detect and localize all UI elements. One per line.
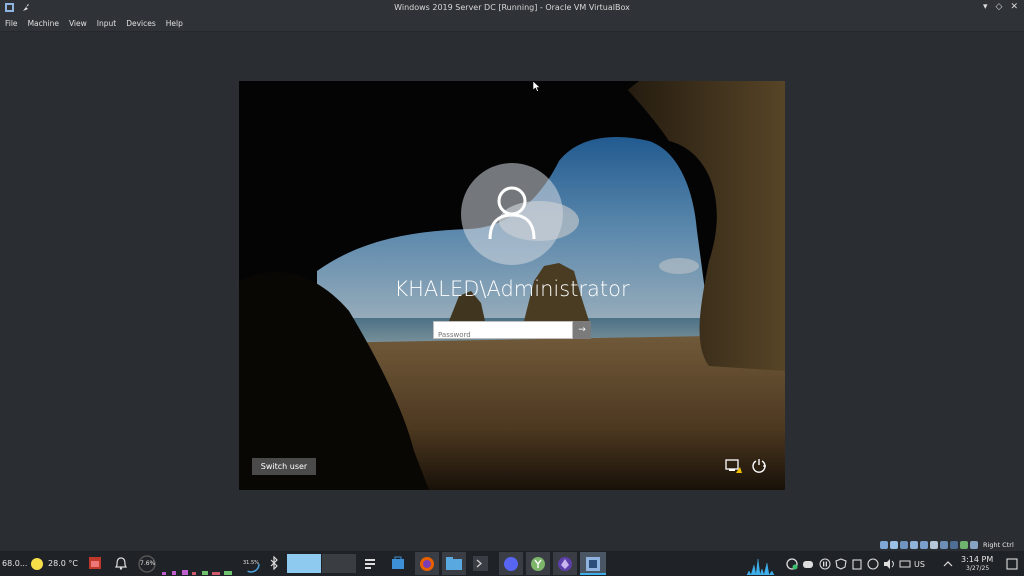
clock-date[interactable]: 3/27/25: [966, 565, 989, 572]
virtualbox-taskbar-icon: [586, 557, 600, 571]
vpn-icon[interactable]: [835, 558, 847, 570]
menu-input[interactable]: Input: [92, 19, 121, 28]
network-status-icon[interactable]: [910, 541, 918, 549]
wifi-icon[interactable]: [899, 558, 911, 570]
network-icon[interactable]: [725, 458, 743, 474]
menu-machine[interactable]: Machine: [23, 19, 64, 28]
virtual-desktop-2[interactable]: [322, 554, 356, 573]
usb-status-icon[interactable]: [920, 541, 928, 549]
shared-folder-icon[interactable]: [930, 541, 938, 549]
password-input[interactable]: [434, 328, 578, 342]
cpu-status-icon[interactable]: [960, 541, 968, 549]
discord-tray-icon[interactable]: [802, 558, 814, 570]
menu-bar: File Machine View Input Devices Help: [0, 16, 1024, 32]
cpu-load: 7.6%: [140, 560, 156, 567]
y-app-icon: [531, 557, 545, 571]
virtual-desktop-1[interactable]: [287, 554, 321, 573]
recording-icon[interactable]: [950, 541, 958, 549]
weather-temp: 28.0 °C: [48, 559, 78, 568]
terminal-icon[interactable]: [473, 556, 488, 571]
media-pause-icon[interactable]: [819, 558, 831, 570]
tray-expand-icon[interactable]: [943, 559, 953, 569]
arrow-right-icon: →: [578, 325, 586, 335]
bluetooth-icon[interactable]: [268, 556, 280, 570]
switch-user-button[interactable]: Switch user: [252, 458, 316, 475]
clipboard-icon[interactable]: [851, 558, 863, 570]
clock-time[interactable]: 3:14 PM: [961, 555, 993, 564]
network-graph-icon: [746, 558, 775, 575]
bell-icon[interactable]: [115, 557, 127, 570]
user-avatar: [461, 163, 563, 265]
login-username: KHALED\Administrator: [394, 277, 630, 301]
sun-icon: [31, 558, 43, 570]
mouse-pointer-icon: [533, 81, 541, 92]
folder-icon: [446, 557, 462, 570]
battery-icon[interactable]: [867, 558, 879, 570]
vm-display[interactable]: KHALED\Administrator → Switch user: [239, 81, 785, 490]
memory-load: 31.5%: [243, 560, 259, 566]
power-icon[interactable]: [750, 458, 768, 474]
hdd-status-icon[interactable]: [880, 541, 888, 549]
cpu-graph-icon: [162, 570, 232, 575]
close-button[interactable]: ✕: [1010, 2, 1018, 12]
keyboard-layout[interactable]: US: [914, 560, 925, 569]
menu-help[interactable]: Help: [161, 19, 188, 28]
maximize-button[interactable]: ◇: [996, 2, 1003, 12]
cpu-temp-label: 68.0...: [2, 559, 28, 568]
password-submit-button[interactable]: →: [573, 321, 591, 339]
vm-status-tray: Right Ctrl: [880, 541, 1014, 549]
display-status-icon[interactable]: [940, 541, 948, 549]
minimize-button[interactable]: ▾: [983, 2, 988, 12]
host-taskbar: 68.0... 28.0 °C 7.6% 31.5% US 3:14 PM 3/…: [0, 551, 1024, 576]
update-icon[interactable]: [786, 558, 798, 570]
firefox-icon: [420, 557, 434, 571]
settings-app-icon[interactable]: [363, 556, 377, 570]
window-titlebar: Windows 2019 Server DC [Running] - Oracl…: [0, 0, 1024, 16]
host-key-label: Right Ctrl: [983, 541, 1014, 549]
calendar-app-icon[interactable]: [88, 556, 102, 570]
menu-view[interactable]: View: [64, 19, 92, 28]
user-icon: [488, 186, 536, 240]
audio-status-icon[interactable]: [900, 541, 908, 549]
optical-status-icon[interactable]: [890, 541, 898, 549]
mouse-integration-icon[interactable]: [970, 541, 978, 549]
window-title: Windows 2019 Server DC [Running] - Oracl…: [394, 3, 630, 12]
menu-file[interactable]: File: [0, 19, 23, 28]
store-app-icon[interactable]: [391, 556, 405, 570]
discord-icon: [504, 557, 518, 571]
obsidian-icon: [558, 557, 572, 571]
show-desktop-icon[interactable]: [1006, 558, 1018, 570]
menu-devices[interactable]: Devices: [121, 19, 161, 28]
password-box[interactable]: [433, 321, 578, 342]
volume-icon[interactable]: [883, 558, 895, 570]
